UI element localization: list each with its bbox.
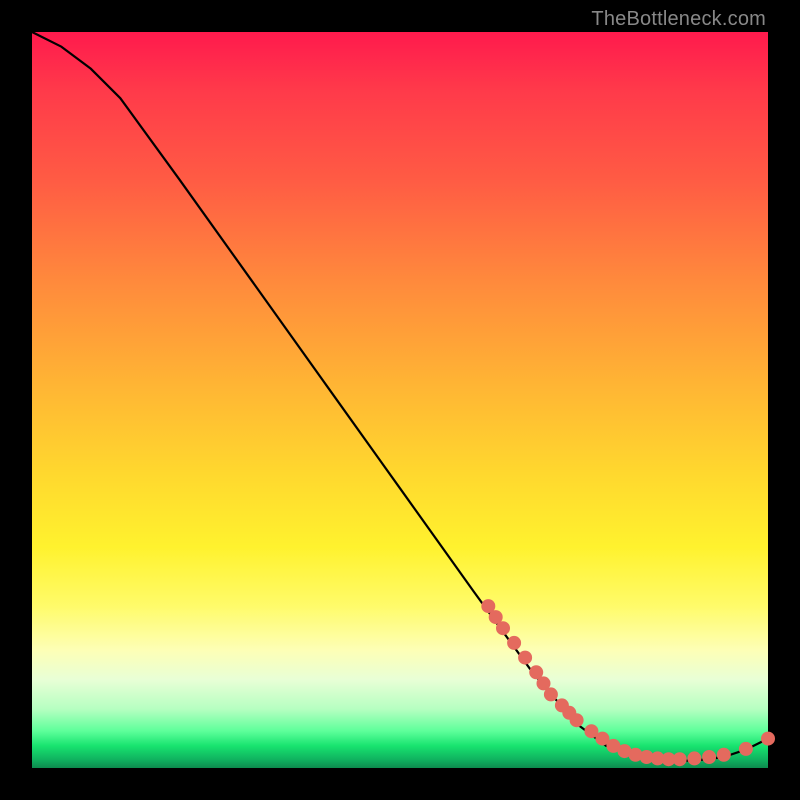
chart-svg (32, 32, 768, 768)
bottleneck-curve-line (32, 32, 768, 761)
data-point (489, 611, 502, 624)
chart-frame: TheBottleneck.com (0, 0, 800, 800)
data-point (717, 748, 730, 761)
data-point (703, 751, 716, 764)
data-point (596, 732, 609, 745)
data-point (570, 714, 583, 727)
data-point (537, 677, 550, 690)
data-point (519, 651, 532, 664)
data-point (544, 688, 557, 701)
watermark-text: TheBottleneck.com (591, 8, 766, 31)
data-point (585, 725, 598, 738)
data-point (530, 666, 543, 679)
data-point (497, 622, 510, 635)
data-point (762, 732, 775, 745)
plot-area (32, 32, 768, 768)
data-point (739, 742, 752, 755)
data-point (508, 636, 521, 649)
data-point (688, 752, 701, 765)
marker-layer (482, 600, 775, 766)
data-point (673, 753, 686, 766)
data-point (482, 600, 495, 613)
